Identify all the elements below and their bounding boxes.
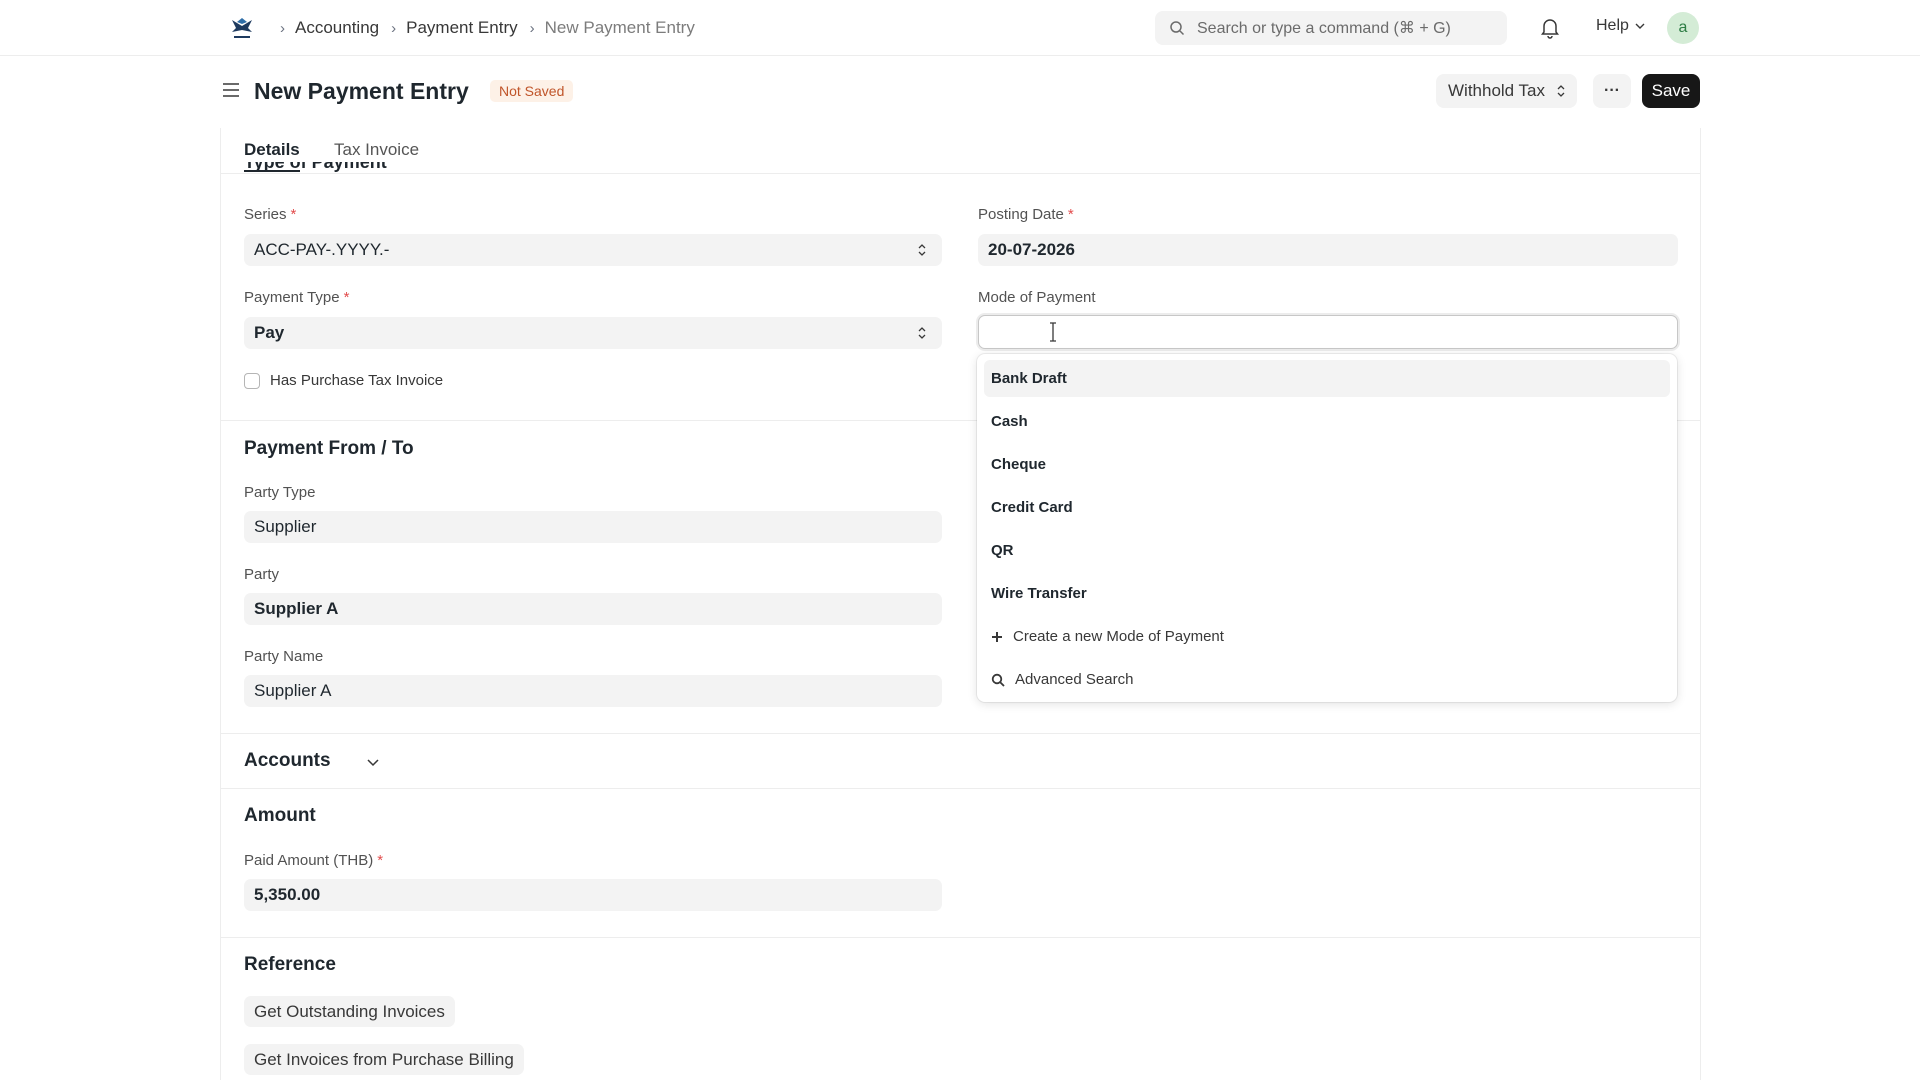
chevron-right-icon: › — [529, 19, 535, 37]
payment-type-select[interactable]: Pay — [244, 317, 942, 349]
posting-date-value: 20-07-2026 — [988, 240, 1075, 259]
get-outstanding-invoices-button[interactable]: Get Outstanding Invoices — [244, 996, 455, 1027]
withhold-tax-label: Withhold Tax — [1448, 81, 1546, 100]
chevron-down-icon — [1635, 23, 1645, 29]
select-arrows-icon — [918, 327, 926, 339]
paid-amount-label: Paid Amount (THB) * — [244, 852, 384, 869]
mode-of-payment-dropdown: Bank Draft Cash Cheque Credit Card QR Wi… — [977, 354, 1677, 702]
dropdown-option-qr[interactable]: QR — [984, 532, 1670, 569]
dropdown-option-credit-card[interactable]: Credit Card — [984, 489, 1670, 526]
withhold-tax-select[interactable]: Withhold Tax — [1436, 74, 1578, 108]
breadcrumb-accounting[interactable]: Accounting — [295, 18, 379, 38]
section-divider — [221, 733, 1700, 734]
search-icon — [991, 673, 1005, 687]
section-heading-payment-from-to: Payment From / To — [244, 438, 414, 459]
dropdown-option-cheque[interactable]: Cheque — [984, 446, 1670, 483]
breadcrumb: › Accounting › Payment Entry › New Payme… — [280, 0, 707, 56]
section-heading-amount: Amount — [244, 805, 316, 826]
section-heading-type-of-payment: Type of Payment — [244, 162, 387, 172]
plus-icon — [992, 631, 1002, 642]
select-arrows-icon — [918, 244, 926, 256]
help-label: Help — [1596, 17, 1629, 34]
paid-amount-value: 5,350.00 — [254, 885, 321, 904]
get-invoices-from-purchase-billing-button[interactable]: Get Invoices from Purchase Billing — [244, 1044, 524, 1075]
party-type-value: Supplier — [254, 517, 317, 536]
has-purchase-tax-invoice-label: Has Purchase Tax Invoice — [270, 372, 444, 389]
chevron-right-icon: › — [391, 19, 397, 37]
dropdown-option-wire-transfer[interactable]: Wire Transfer — [984, 575, 1670, 612]
has-purchase-tax-invoice-checkbox[interactable] — [244, 372, 260, 389]
breadcrumb-new-payment-entry: New Payment Entry — [544, 18, 695, 37]
save-button[interactable]: Save — [1642, 74, 1700, 108]
search-bar[interactable]: Search or type a command (⌘ + G) — [1155, 11, 1507, 45]
mode-of-payment-input[interactable] — [978, 315, 1678, 349]
text-cursor-icon — [1050, 322, 1056, 342]
section-heading-accounts[interactable]: Accounts — [244, 750, 379, 772]
bell-icon[interactable] — [1540, 17, 1560, 44]
navbar: › Accounting › Payment Entry › New Payme… — [0, 0, 1920, 56]
posting-date-label: Posting Date * — [978, 206, 1074, 223]
tab-details[interactable]: Details — [244, 140, 300, 172]
party-label: Party — [244, 566, 280, 583]
dropdown-option-bank-draft[interactable]: Bank Draft — [984, 360, 1670, 397]
paid-amount-input[interactable]: 5,350.00 — [244, 879, 942, 911]
status-badge: Not Saved — [490, 80, 574, 102]
dropdown-option-cash[interactable]: Cash — [984, 403, 1670, 440]
party-input[interactable]: Supplier A — [244, 593, 942, 625]
party-type-label: Party Type — [244, 484, 316, 501]
section-divider — [221, 788, 1700, 789]
party-name-label: Party Name — [244, 648, 324, 665]
section-divider — [221, 937, 1700, 938]
advanced-search[interactable]: Advanced Search — [984, 661, 1670, 698]
page-head: New Payment Entry Not Saved Withhold Tax… — [0, 56, 1920, 128]
party-name-input[interactable]: Supplier A — [244, 675, 942, 707]
search-icon — [1170, 21, 1185, 36]
section-heading-reference: Reference — [244, 954, 336, 975]
has-purchase-tax-invoice-row[interactable]: Has Purchase Tax Invoice — [244, 372, 443, 389]
series-select[interactable]: ACC-PAY-.YYYY.- — [244, 234, 942, 266]
series-value: ACC-PAY-.YYYY.- — [254, 240, 390, 259]
create-new-mode-of-payment[interactable]: Create a new Mode of Payment — [984, 618, 1670, 655]
tab-tax-invoice[interactable]: Tax Invoice — [334, 140, 419, 160]
chevron-down-icon — [367, 759, 379, 767]
advanced-search-label: Advanced Search — [1015, 671, 1134, 688]
chevron-right-icon: › — [280, 19, 285, 37]
app-logo[interactable] — [228, 14, 256, 42]
hamburger-menu-icon[interactable] — [222, 82, 240, 103]
posting-date-input[interactable]: 20-07-2026 — [978, 234, 1678, 266]
help-dropdown[interactable]: Help — [1596, 17, 1645, 35]
more-actions-button[interactable]: ··· — [1593, 74, 1631, 108]
party-value: Supplier A — [254, 599, 339, 618]
select-arrows-icon — [1557, 85, 1565, 97]
page-title: New Payment Entry — [254, 78, 469, 104]
series-label: Series * — [244, 206, 297, 223]
party-type-input[interactable]: Supplier — [244, 511, 942, 543]
create-new-mode-label: Create a new Mode of Payment — [1013, 628, 1224, 645]
breadcrumb-payment-entry[interactable]: Payment Entry — [406, 18, 518, 38]
form-tabs: Details Tax Invoice — [221, 128, 1700, 174]
party-name-value: Supplier A — [254, 681, 332, 700]
search-placeholder: Search or type a command (⌘ + G) — [1197, 20, 1451, 37]
avatar[interactable]: a — [1667, 12, 1699, 44]
payment-type-label: Payment Type * — [244, 289, 350, 306]
mode-of-payment-label: Mode of Payment — [978, 289, 1096, 306]
payment-type-value: Pay — [254, 323, 285, 342]
